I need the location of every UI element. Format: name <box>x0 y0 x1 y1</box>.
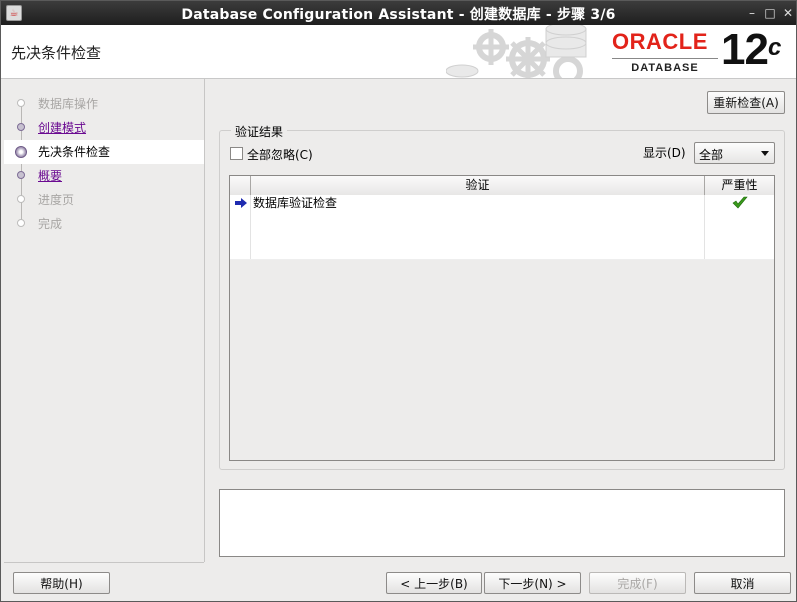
nav-step-progress: 进度页 <box>4 188 204 212</box>
nav-step-label: 先决条件检查 <box>38 145 111 159</box>
row-indicator-cell <box>230 195 250 211</box>
validation-check-cell: 数据库验证检查 <box>250 195 704 211</box>
chevron-down-icon <box>761 151 769 156</box>
table-header-select-column <box>230 176 250 195</box>
arrow-right-icon <box>235 198 247 208</box>
show-filter-value: 全部 <box>699 148 724 162</box>
show-filter-label: 显示(D) <box>643 146 686 160</box>
empty-cell <box>250 227 704 243</box>
message-panel <box>219 489 785 557</box>
help-button[interactable]: 帮助(H) <box>13 572 110 594</box>
table-row[interactable]: 数据库验证检查 <box>230 195 774 212</box>
recheck-button[interactable]: 重新检查(A) <box>707 91 785 114</box>
validation-table[interactable]: 验证 严重性 数据库验证检查 <box>229 175 775 461</box>
oracle-logo: ORACLE DATABASE <box>612 30 718 74</box>
table-row-empty <box>230 243 774 260</box>
show-filter-select[interactable]: 全部 <box>694 142 775 164</box>
step-dot-icon <box>17 219 25 227</box>
empty-cell <box>704 243 774 259</box>
ignore-all-label[interactable]: 全部忽略(C) <box>247 146 313 163</box>
step-dot-icon <box>17 123 25 131</box>
nav-step-creation-mode[interactable]: 创建模式 <box>4 116 204 140</box>
step-current-dot-icon <box>15 146 27 158</box>
next-button[interactable]: 下一步(N) > <box>484 572 581 594</box>
maximize-icon[interactable]: □ <box>762 5 778 21</box>
nav-step-summary[interactable]: 概要 <box>4 164 204 188</box>
page-header: 先决条件检查 ORACLE DATABASE 12c <box>1 25 796 79</box>
minimize-icon[interactable]: – <box>744 5 760 21</box>
nav-step-prerequisite-checks[interactable]: 先决条件检查 <box>4 140 204 164</box>
table-header: 验证 严重性 <box>230 176 774 196</box>
nav-step-label: 进度页 <box>38 193 75 207</box>
table-header-validation[interactable]: 验证 <box>250 176 704 195</box>
table-row-empty <box>230 211 774 228</box>
empty-cell <box>250 243 704 259</box>
cancel-button[interactable]: 取消 <box>694 572 791 594</box>
version-suffix: c <box>767 34 781 61</box>
oracle-product-text: DATABASE <box>612 58 718 74</box>
nav-step-database-operation: 数据库操作 <box>4 92 204 116</box>
nav-step-label[interactable]: 概要 <box>38 164 62 188</box>
green-check-icon <box>732 196 748 209</box>
nav-bottom-divider <box>4 562 204 563</box>
gears-decoration-icon <box>446 25 587 78</box>
page-title: 先决条件检查 <box>11 44 102 62</box>
step-dot-icon <box>17 171 25 179</box>
close-icon[interactable]: ✕ <box>780 5 796 21</box>
finish-button: 完成(F) <box>589 572 686 594</box>
ignore-all-checkbox[interactable] <box>230 147 243 160</box>
version-badge: 12c <box>721 25 781 74</box>
step-dot-icon <box>17 99 25 107</box>
nav-step-label: 完成 <box>38 217 63 231</box>
oracle-brand-text: ORACLE <box>612 29 708 54</box>
table-row-empty <box>230 227 774 244</box>
back-button[interactable]: < 上一步(B) <box>386 572 482 594</box>
window-title: Database Configuration Assistant - 创建数据库… <box>181 7 616 23</box>
severity-cell <box>704 195 774 211</box>
version-number: 12 <box>721 25 769 74</box>
steps-navigation: 数据库操作 创建模式 先决条件检查 概要 进度页 完成 <box>4 79 205 562</box>
step-dot-icon <box>17 195 25 203</box>
empty-cell <box>250 211 704 227</box>
nav-step-finish: 完成 <box>4 212 204 236</box>
empty-cell <box>704 227 774 243</box>
empty-cell <box>704 211 774 227</box>
table-header-severity[interactable]: 严重性 <box>704 176 774 195</box>
nav-step-label: 数据库操作 <box>38 97 99 111</box>
nav-step-label[interactable]: 创建模式 <box>38 116 86 140</box>
title-bar[interactable]: ☕ Database Configuration Assistant - 创建数… <box>1 1 796 25</box>
dbca-window: ☕ Database Configuration Assistant - 创建数… <box>0 0 797 602</box>
results-group-title: 验证结果 <box>231 123 288 140</box>
